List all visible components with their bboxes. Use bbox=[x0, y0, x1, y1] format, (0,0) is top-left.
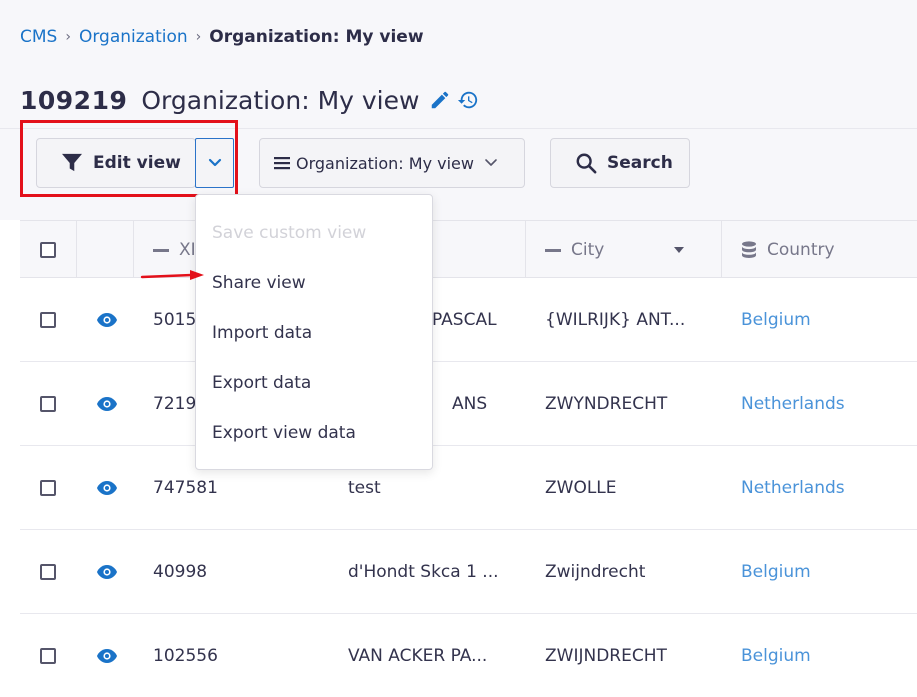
cell-id: 5015 bbox=[153, 310, 197, 330]
menu-item-export-view-data[interactable]: Export view data bbox=[212, 421, 356, 445]
table-row[interactable]: 5015 PASCAL {WILRIJK} ANT... Belgium bbox=[20, 278, 917, 362]
caret-down-icon[interactable] bbox=[674, 246, 685, 254]
cell-country-link[interactable]: Belgium bbox=[741, 530, 811, 614]
edit-view-button[interactable]: Edit view bbox=[36, 138, 196, 188]
column-header-label: XI bbox=[179, 240, 196, 260]
row-checkbox[interactable] bbox=[40, 312, 56, 328]
data-table: XI City Country 5015 PASCAL {WILRIJK} AN… bbox=[20, 220, 917, 697]
record-id: 109219 bbox=[20, 85, 128, 115]
view-record-cell bbox=[96, 614, 118, 697]
table-row[interactable]: 102556 VAN ACKER PA... ZWIJNDRECHT Belgi… bbox=[20, 614, 917, 697]
column-divider bbox=[76, 221, 77, 279]
eye-icon[interactable] bbox=[96, 564, 118, 580]
cell-city: ZWIJNDRECHT bbox=[545, 646, 667, 666]
eye-icon[interactable] bbox=[96, 396, 118, 412]
view-record-cell bbox=[96, 362, 118, 446]
history-icon[interactable] bbox=[457, 89, 479, 111]
filter-icon bbox=[62, 153, 82, 172]
breadcrumb: CMS › Organization › Organization: My vi… bbox=[20, 26, 424, 48]
view-record-cell bbox=[96, 530, 118, 614]
cell-id: 7219 bbox=[153, 394, 197, 414]
row-checkbox[interactable] bbox=[40, 648, 56, 664]
chevron-down-icon bbox=[208, 158, 221, 167]
column-header-city[interactable]: City bbox=[545, 221, 685, 279]
select-all-cell bbox=[40, 221, 56, 279]
column-divider bbox=[721, 221, 722, 279]
breadcrumb-separator: › bbox=[65, 29, 71, 45]
menu-icon bbox=[274, 157, 290, 170]
cell-id: 102556 bbox=[153, 646, 218, 666]
search-label: Search bbox=[607, 153, 673, 173]
chevron-down-icon bbox=[485, 159, 497, 166]
cell-country-link[interactable]: Belgium bbox=[741, 278, 811, 362]
cell-city: Zwijndrecht bbox=[545, 562, 646, 582]
cell-city: ZWYNDRECHT bbox=[545, 394, 668, 414]
edit-view-dropdown-toggle[interactable] bbox=[195, 138, 234, 188]
cell-name: ANS bbox=[452, 394, 488, 414]
cell-country-link[interactable]: Belgium bbox=[741, 614, 811, 697]
row-checkbox[interactable] bbox=[40, 396, 56, 412]
cell-name: VAN ACKER PA... bbox=[348, 646, 488, 666]
row-select-cell bbox=[40, 614, 56, 697]
table-row[interactable]: 40998 d'Hondt Skca 1 ... Zwijndrecht Bel… bbox=[20, 530, 917, 614]
row-select-cell bbox=[40, 530, 56, 614]
edit-view-label: Edit view bbox=[93, 153, 181, 173]
table-row[interactable]: 747581 test ZWOLLE Netherlands bbox=[20, 446, 917, 530]
toolbar-divider bbox=[0, 128, 917, 129]
cell-name: PASCAL bbox=[432, 310, 497, 330]
column-header-label: Country bbox=[767, 240, 835, 260]
red-arrow-annotation bbox=[140, 270, 204, 280]
page-title: Organization: My view bbox=[141, 85, 420, 115]
search-button[interactable]: Search bbox=[550, 138, 690, 188]
cell-country-link[interactable]: Netherlands bbox=[741, 362, 845, 446]
breadcrumb-current: Organization: My view bbox=[209, 27, 424, 47]
row-select-cell bbox=[40, 278, 56, 362]
view-record-cell bbox=[96, 278, 118, 362]
column-header-country[interactable]: Country bbox=[741, 221, 835, 279]
database-icon bbox=[742, 241, 756, 258]
column-header-label: City bbox=[571, 240, 605, 260]
row-checkbox[interactable] bbox=[40, 564, 56, 580]
column-divider bbox=[525, 221, 526, 279]
select-all-checkbox[interactable] bbox=[40, 242, 56, 258]
breadcrumb-separator: › bbox=[195, 29, 202, 45]
cell-city: ZWOLLE bbox=[545, 478, 617, 498]
menu-item-share-view[interactable]: Share view bbox=[212, 271, 306, 295]
eye-icon[interactable] bbox=[96, 480, 118, 496]
row-select-cell bbox=[40, 446, 56, 530]
dash-icon bbox=[153, 248, 169, 252]
row-select-cell bbox=[40, 362, 56, 446]
view-select[interactable]: Organization: My view bbox=[259, 138, 525, 188]
breadcrumb-organization[interactable]: Organization bbox=[79, 27, 188, 47]
eye-icon[interactable] bbox=[96, 312, 118, 328]
table-row[interactable]: 7219 ANS ZWYNDRECHT Netherlands bbox=[20, 362, 917, 446]
view-record-cell bbox=[96, 446, 118, 530]
dash-icon bbox=[545, 248, 561, 252]
cell-id: 40998 bbox=[153, 562, 208, 582]
pencil-icon[interactable] bbox=[429, 89, 451, 111]
menu-item-save-custom-view: Save custom view bbox=[212, 223, 367, 243]
eye-icon[interactable] bbox=[96, 648, 118, 664]
view-select-label: Organization: My view bbox=[296, 153, 474, 173]
cell-country-link[interactable]: Netherlands bbox=[741, 446, 845, 530]
search-icon bbox=[576, 153, 597, 174]
page-title-row: 109219 Organization: My view bbox=[20, 84, 479, 116]
breadcrumb-cms[interactable]: CMS bbox=[20, 27, 57, 47]
menu-item-export-data[interactable]: Export data bbox=[212, 371, 311, 395]
edit-view-menu: Save custom view Share view Import data … bbox=[195, 194, 433, 470]
menu-item-import-data[interactable]: Import data bbox=[212, 321, 312, 345]
column-divider bbox=[133, 221, 134, 279]
row-checkbox[interactable] bbox=[40, 480, 56, 496]
cell-name: d'Hondt Skca 1 ... bbox=[348, 562, 499, 582]
cell-city: {WILRIJK} ANT... bbox=[545, 310, 686, 330]
